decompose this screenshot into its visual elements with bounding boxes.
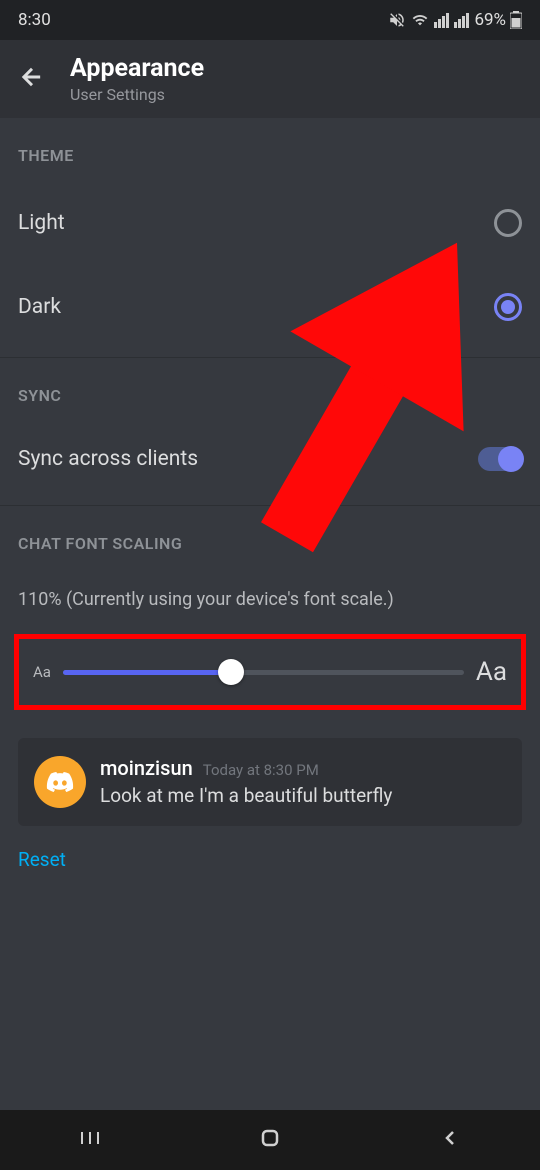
message-preview: moinzisun Today at 8:30 PM Look at me I'…: [18, 738, 522, 826]
font-size-small-label: Aa: [33, 663, 51, 681]
preview-message-body: Look at me I'm a beautiful butterfly: [100, 784, 506, 807]
battery-icon: [510, 11, 522, 29]
preview-username: moinzisun: [100, 756, 193, 780]
theme-light-label: Light: [18, 211, 65, 235]
status-icons: 69%: [388, 10, 522, 30]
status-time: 8:30: [18, 10, 51, 30]
theme-section-title: THEME: [18, 118, 522, 181]
android-navbar: [0, 1110, 540, 1170]
sync-section-title: SYNC: [18, 358, 522, 421]
font-scale-slider[interactable]: [63, 670, 464, 675]
page-subtitle: User Settings: [70, 85, 204, 104]
font-scaling-status: 110% (Currently using your device's font…: [18, 569, 522, 616]
slider-highlight-annotation: Aa Aa: [14, 634, 526, 710]
toggle-switch-on[interactable]: [478, 447, 522, 471]
preview-timestamp: Today at 8:30 PM: [203, 761, 319, 779]
nav-back-icon[interactable]: [438, 1126, 462, 1154]
theme-option-light[interactable]: Light: [18, 181, 522, 265]
theme-section: THEME Light Dark: [0, 118, 540, 349]
back-arrow-icon[interactable]: [18, 63, 46, 95]
radio-selected-icon: [494, 293, 522, 321]
sync-toggle-label: Sync across clients: [18, 447, 198, 471]
status-bar: 8:30 69%: [0, 0, 540, 40]
user-avatar: [34, 756, 86, 808]
nav-recents-icon[interactable]: [78, 1126, 102, 1154]
font-scaling-section: CHAT FONT SCALING 110% (Currently using …: [0, 506, 540, 893]
battery-text: 69%: [474, 10, 506, 30]
font-scaling-title: CHAT FONT SCALING: [18, 506, 522, 569]
signal-icon-2: [454, 12, 470, 28]
theme-option-dark[interactable]: Dark: [18, 265, 522, 349]
sync-section: SYNC Sync across clients: [0, 358, 540, 497]
radio-unselected-icon: [494, 209, 522, 237]
app-header: Appearance User Settings: [0, 40, 540, 118]
sync-toggle-row[interactable]: Sync across clients: [18, 421, 522, 497]
reset-button[interactable]: Reset: [18, 826, 66, 893]
nav-home-icon[interactable]: [258, 1126, 282, 1154]
page-title: Appearance: [70, 54, 204, 83]
signal-icon: [434, 12, 450, 28]
wifi-icon: [410, 12, 430, 28]
theme-dark-label: Dark: [18, 295, 61, 319]
mute-icon: [388, 11, 406, 29]
font-size-large-label: Aa: [476, 657, 507, 687]
slider-thumb[interactable]: [218, 659, 244, 685]
